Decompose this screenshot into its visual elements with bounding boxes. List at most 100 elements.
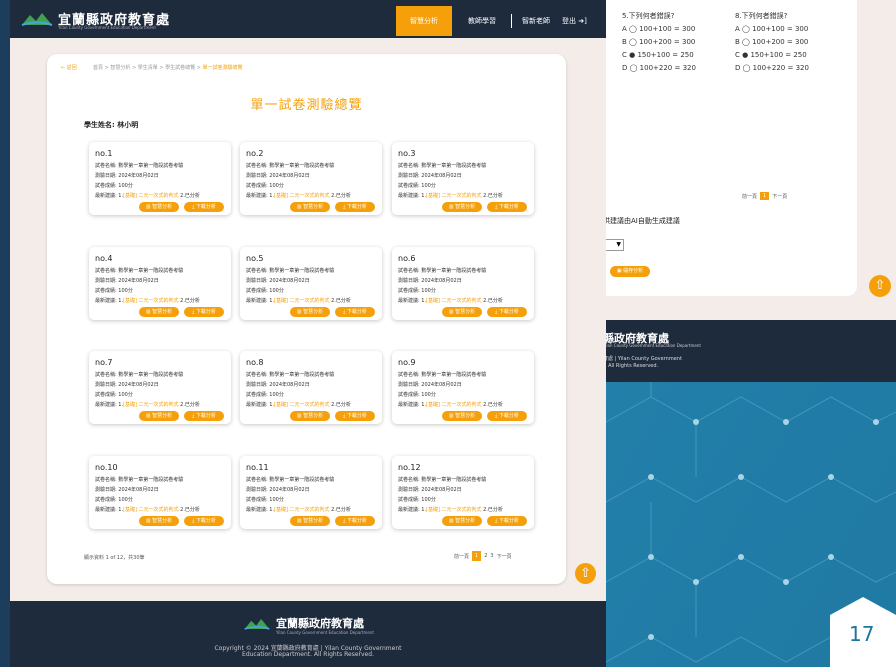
suggestion-prefix: 最新建議: 1. — [398, 298, 427, 304]
footer-logo-icon — [244, 619, 270, 630]
breadcrumb: 首頁 > 智慧分析 > 學生清單 > 學生試卷總覽 > 單一試卷測驗總覽 — [93, 64, 243, 71]
smart-analysis-button[interactable]: ▥ 智慧分析 — [290, 307, 330, 317]
nav-teacher-profile[interactable]: 智新老師 — [522, 6, 550, 36]
option-c[interactable]: C ● 150+100 = 250 — [622, 49, 696, 62]
logo-icon — [21, 13, 53, 26]
question-5: 5.下列何者錯誤? A ◯ 100+100 = 300 B ◯ 100+200 … — [622, 10, 696, 75]
suggestion-link[interactable]: [基礎] 二元一次式的判式 — [123, 507, 179, 513]
test-name: 試卷名稱: 數學第一章第一階段試卷考驗 — [95, 163, 184, 169]
question-8: 8.下列何者錯誤? A ◯ 100+100 = 300 B ◯ 100+200 … — [735, 10, 809, 75]
suggestion-suffix: 2.已分析 — [178, 298, 200, 304]
footer-rights: Education Department. All Rights Reserve… — [242, 651, 374, 658]
download-analysis-button[interactable]: ⤓ 下載分析 — [487, 307, 527, 317]
chevron-down-icon: ▼ — [616, 241, 621, 248]
scroll-top-icon[interactable]: ⇧ — [869, 275, 891, 297]
test-name: 試卷名稱: 數學第一章第一階段試卷考驗 — [246, 477, 335, 483]
download-analysis-button[interactable]: ⤓ 下載分析 — [335, 307, 375, 317]
page-2-button[interactable]: 2 — [484, 553, 487, 559]
record-count: 顯示資料 1 of 12，共30筆 — [84, 555, 145, 561]
suggestion-suffix: 2.已分析 — [481, 507, 503, 513]
smart-analysis-button[interactable]: ▥ 智慧分析 — [139, 202, 179, 212]
test-suggestion: 最新建議: 1.[基礎] 二元一次式的判式 2.已分析 — [95, 297, 200, 304]
option-a[interactable]: A ◯ 100+100 = 300 — [735, 23, 809, 36]
logout-button[interactable]: 登出 ➜] — [562, 6, 587, 36]
option-d[interactable]: D ◯ 100+220 = 320 — [622, 62, 696, 75]
smart-analysis-button[interactable]: ▥ 智慧分析 — [442, 516, 482, 526]
test-suggestion: 最新建議: 1.[基礎] 二元一次式的判式 2.已分析 — [398, 192, 503, 199]
download-analysis-button[interactable]: ⤓ 下載分析 — [335, 411, 375, 421]
download-analysis-button[interactable]: ⤓ 下載分析 — [184, 307, 224, 317]
nav-smart-analysis[interactable]: 智慧分析 — [396, 6, 452, 36]
download-analysis-button[interactable]: ⤓ 下載分析 — [487, 516, 527, 526]
save-analysis-button[interactable]: ▣ 儲存分析 — [610, 266, 650, 277]
option-b[interactable]: B ◯ 100+200 = 300 — [735, 36, 809, 49]
test-date: 測驗日期: 2024年08月02日 — [95, 487, 159, 493]
next-page-button[interactable]: 下一頁 — [772, 193, 787, 200]
download-analysis-button[interactable]: ⤓ 下載分析 — [487, 411, 527, 421]
test-date: 測驗日期: 2024年08月02日 — [95, 173, 159, 179]
page-button[interactable]: 1 — [760, 192, 770, 200]
download-analysis-button[interactable]: ⤓ 下載分析 — [487, 202, 527, 212]
download-analysis-label: 下載分析 — [195, 518, 216, 524]
test-number: no.11 — [246, 463, 269, 472]
download-analysis-button[interactable]: ⤓ 下載分析 — [335, 202, 375, 212]
suggestion-link[interactable]: [基礎] 二元一次式的判式 — [274, 402, 330, 408]
download-analysis-button[interactable]: ⤓ 下載分析 — [184, 411, 224, 421]
suggestion-link[interactable]: [基礎] 二元一次式的判式 — [426, 298, 482, 304]
suggestion-link[interactable]: [基礎] 二元一次式的判式 — [123, 298, 179, 304]
smart-analysis-button[interactable]: ▥ 智慧分析 — [442, 202, 482, 212]
page-3-button[interactable]: 3 — [490, 553, 493, 559]
smart-analysis-label: 智慧分析 — [455, 413, 476, 419]
page-1-button[interactable]: 1 — [472, 551, 482, 561]
suggestion-link[interactable]: [基礎] 二元一次式的判式 — [426, 402, 482, 408]
suggestion-link[interactable]: [基礎] 二元一次式的判式 — [274, 193, 330, 199]
back-link[interactable]: ← 返回 — [61, 64, 77, 71]
option-a[interactable]: A ◯ 100+100 = 300 — [622, 23, 696, 36]
suggestion-link[interactable]: [基礎] 二元一次式的判式 — [426, 193, 482, 199]
test-name: 試卷名稱: 數學第一章第一階段試卷考驗 — [95, 477, 184, 483]
download-analysis-button[interactable]: ⤓ 下載分析 — [184, 202, 224, 212]
test-number: no.8 — [246, 358, 264, 367]
suggestion-link[interactable]: [基礎] 二元一次式的判式 — [123, 402, 179, 408]
prev-page-button[interactable]: 前一頁 — [454, 553, 469, 560]
main-screenshot: 宜蘭縣政府教育處 Yilan County Government Educati… — [10, 0, 606, 667]
test-score: 試卷成績: 100分 — [95, 183, 133, 189]
test-suggestion: 最新建議: 1.[基礎] 二元一次式的判式 2.已分析 — [246, 192, 351, 199]
suggestion-link[interactable]: [基礎] 二元一次式的判式 — [274, 298, 330, 304]
option-b[interactable]: B ◯ 100+200 = 300 — [622, 36, 696, 49]
smart-analysis-button[interactable]: ▥ 智慧分析 — [290, 411, 330, 421]
nav-teacher-learning[interactable]: 教師學習 — [468, 6, 496, 36]
suggestion-link[interactable]: [基礎] 二元一次式的判式 — [123, 193, 179, 199]
option-c[interactable]: C ● 150+100 = 250 — [735, 49, 809, 62]
next-page-button[interactable]: 下一頁 — [497, 553, 512, 560]
smart-analysis-button[interactable]: ▥ 智慧分析 — [139, 516, 179, 526]
smart-analysis-button[interactable]: ▥ 智慧分析 — [290, 202, 330, 212]
suggestion-prefix: 最新建議: 1. — [246, 298, 275, 304]
download-analysis-button[interactable]: ⤓ 下載分析 — [184, 516, 224, 526]
option-d[interactable]: D ◯ 100+220 = 320 — [735, 62, 809, 75]
test-name: 試卷名稱: 數學第一章第一階段試卷考驗 — [246, 372, 335, 378]
pagination: 前一頁 1 2 3 下一頁 — [454, 551, 512, 561]
test-date: 測驗日期: 2024年08月02日 — [246, 278, 310, 284]
suggestion-link[interactable]: [基礎] 二元一次式的判式 — [426, 507, 482, 513]
suggestion-prefix: 最新建議: 1. — [246, 507, 275, 513]
ai-suggestion-label: 供建議由AI自動生成建議 — [603, 217, 680, 225]
scroll-top-icon[interactable]: ⇧ — [575, 563, 596, 584]
download-analysis-label: 下載分析 — [195, 204, 216, 210]
smart-analysis-button[interactable]: ▥ 智慧分析 — [442, 411, 482, 421]
smart-analysis-button[interactable]: ▥ 智慧分析 — [139, 411, 179, 421]
test-date: 測驗日期: 2024年08月02日 — [95, 278, 159, 284]
suggestion-prefix: 最新建議: 1. — [95, 402, 124, 408]
download-analysis-button[interactable]: ⤓ 下載分析 — [335, 516, 375, 526]
suggestion-prefix: 最新建議: 1. — [246, 402, 275, 408]
test-number: no.4 — [95, 254, 113, 263]
suggestion-link[interactable]: [基礎] 二元一次式的判式 — [274, 507, 330, 513]
test-card: no.11 試卷名稱: 數學第一章第一階段試卷考驗 測驗日期: 2024年08月02… — [240, 456, 382, 529]
test-name: 試卷名稱: 數學第一章第一階段試卷考驗 — [398, 268, 487, 274]
prev-page-button[interactable]: 前一頁 — [742, 193, 757, 200]
breadcrumb-path[interactable]: 首頁 > 智慧分析 > 學生清單 > 學生試卷總覽 > — [93, 65, 202, 71]
smart-analysis-button[interactable]: ▥ 智慧分析 — [290, 516, 330, 526]
smart-analysis-button[interactable]: ▥ 智慧分析 — [139, 307, 179, 317]
test-card: no.6 試卷名稱: 數學第一章第一階段試卷考驗 測驗日期: 2024年08月02日… — [392, 247, 534, 320]
smart-analysis-button[interactable]: ▥ 智慧分析 — [442, 307, 482, 317]
